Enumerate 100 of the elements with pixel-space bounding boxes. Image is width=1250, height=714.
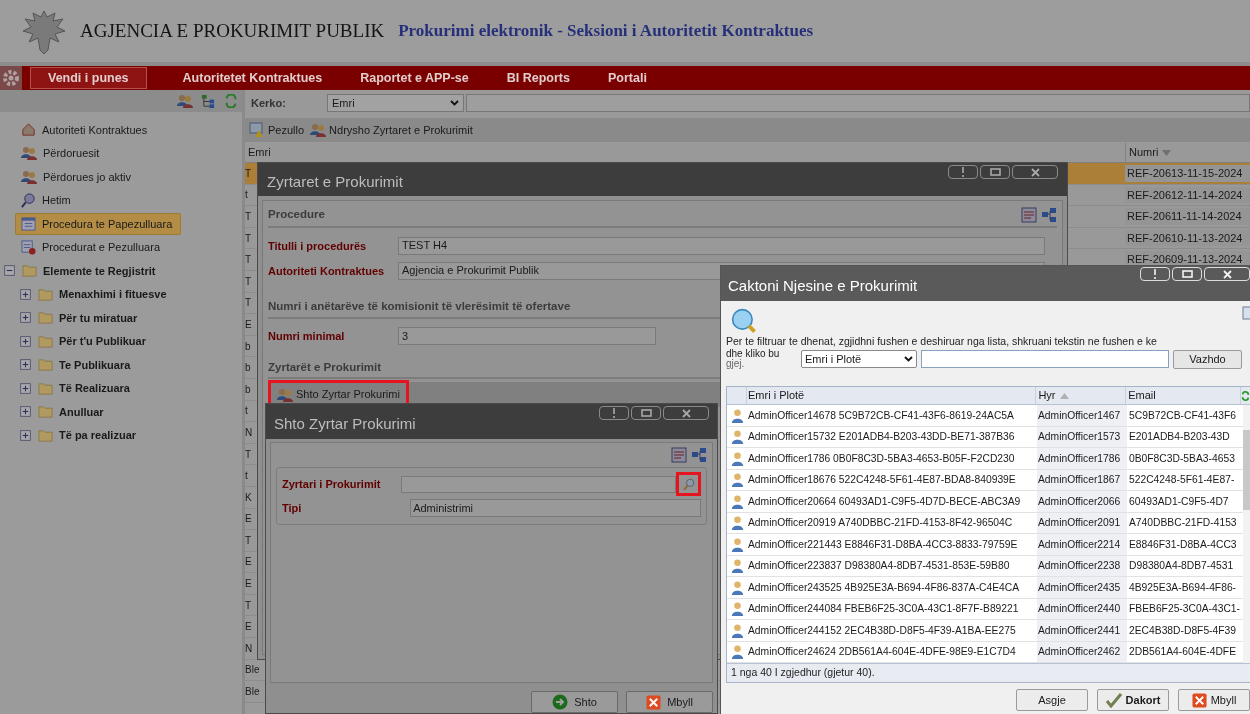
- dialog-button[interactable]: Shto: [531, 691, 618, 713]
- table-cell-text: AdminOfficer244152 2EC4B38D-D8F5-4F39-A1BA-EE275: [747, 623, 1017, 638]
- grid-row[interactable]: AdminOfficer14678 5C9B72CB-CF41-43F6-8619-24AC5A AdminOfficer1467 5C9B72CB-CF41-43F6: [727, 405, 1243, 427]
- maximize-button[interactable]: [631, 406, 661, 420]
- table-cell-text: T: [245, 253, 252, 268]
- checkmark-icon: [1105, 692, 1122, 708]
- close-icon: [646, 694, 662, 710]
- search-input[interactable]: [466, 94, 1250, 112]
- nav-tab[interactable]: Raportet e APP-se: [358, 67, 471, 89]
- text-field[interactable]: TEST H4: [398, 236, 1045, 255]
- table-cell: AdminOfficer2440: [1037, 598, 1127, 619]
- sidebar-item[interactable]: Hetim: [15, 189, 80, 212]
- nav-tab[interactable]: Portali: [605, 67, 649, 89]
- column-header[interactable]: Numri: [1125, 143, 1250, 162]
- tree-item[interactable]: Menaxhimi i fituesve: [37, 286, 167, 303]
- table-cell-text: 2DB561A4-604E-4DFE: [1128, 645, 1237, 660]
- tree-item[interactable]: Për tu miratuar: [37, 309, 138, 326]
- grid-row[interactable]: AdminOfficer15732 E201ADB4-B203-43DD-BE71-387B36 AdminOfficer1573 E201ADB4-B203-43D: [727, 426, 1243, 448]
- dialog-title-bar: Shto Zyrtar Prokurimi: [266, 404, 717, 439]
- number-field[interactable]: 3: [398, 327, 656, 345]
- table-cell-text: AdminOfficer24624 2DB561A4-604E-4DFE-98E9-E1C7D4: [747, 645, 1017, 660]
- tree-item[interactable]: Elemente te Regjistrit: [21, 262, 156, 279]
- close-icon: [1222, 269, 1232, 279]
- help-button[interactable]: [599, 406, 629, 420]
- tree-item[interactable]: Të pa realizuar: [37, 427, 137, 444]
- grid-row[interactable]: AdminOfficer20664 60493AD1-C9F5-4D7D-BECE-ABC3A9 AdminOfficer2066 60493AD1-C9F5-4D7: [727, 491, 1243, 513]
- grid-row[interactable]: AdminOfficer221443 E8846F31-D8BA-4CC3-8833-79759E AdminOfficer2214 E8846F31-D8BA-4CC3: [727, 534, 1243, 556]
- grid-row[interactable]: AdminOfficer244084 FBEB6F25-3C0A-43C1-8F7F-B89221 AdminOfficer2440 FBEB6F25-3C0A-43C1-: [727, 598, 1243, 620]
- table-cell-text: 60493AD1-C9F5-4D7: [1128, 494, 1230, 509]
- folder-icon: [21, 263, 38, 279]
- grid-row[interactable]: AdminOfficer244152 2EC4B38D-D8F5-4F39-A1BA-EE275 AdminOfficer2441 2EC4B38D-D8F5-4F39: [727, 620, 1243, 642]
- filter-hint-text: Per te filtruar te dhenat, zgjidhni fushen e deshiruar nga lista, shkruani tekstin ne fushen e ke: [726, 334, 1158, 348]
- scrollbar[interactable]: [1243, 405, 1250, 663]
- person-icon: [729, 536, 745, 552]
- tree-item[interactable]: Për t'u Publikuar: [37, 333, 146, 350]
- field-label: Titulli i procedurës: [268, 239, 368, 252]
- toolbar-button[interactable]: Ndrysho Zyrtaret e Prokurimit: [310, 121, 473, 139]
- table-cell-text: t: [245, 469, 248, 484]
- sidebar-item[interactable]: Autoriteti Kontraktues: [15, 118, 157, 141]
- person-icon: [729, 558, 745, 574]
- close-button[interactable]: [1012, 165, 1058, 179]
- tree-item[interactable]: Te Publikuara: [37, 356, 131, 373]
- column-header[interactable]: Email: [1126, 387, 1241, 404]
- table-cell: AdminOfficer2238: [1037, 555, 1127, 576]
- nav-tab[interactable]: Vendi i punes: [30, 67, 147, 89]
- tree-icon: [201, 93, 216, 109]
- table-cell-text: AdminOfficer20919 A740DBBC-21FD-4153-8F42-96504C: [747, 516, 1014, 531]
- sidebar-item[interactable]: Përdorues jo aktiv: [15, 165, 141, 188]
- person-icon: [729, 450, 745, 466]
- nav-tab[interactable]: Autoritetet Kontraktues: [180, 67, 325, 89]
- table-cell-text: T: [245, 166, 252, 181]
- table-cell: REF-20610-11-13-2024: [1125, 229, 1250, 247]
- field-select[interactable]: Emri i Plotë: [801, 350, 917, 368]
- toolbar-button[interactable]: Pezullo: [249, 121, 305, 139]
- dialog-button[interactable]: Dakort: [1097, 689, 1169, 711]
- agency-title: AGJENCIA E PROKURIMIT PUBLIK: [80, 18, 385, 43]
- refresh-icon: [1241, 389, 1250, 402]
- table-cell: AdminOfficer1573: [1037, 426, 1127, 447]
- search-button[interactable]: Vazhdo: [1173, 349, 1242, 369]
- table-cell-text: Ble: [245, 663, 260, 678]
- grid-icon: [1242, 306, 1250, 320]
- dialog-button[interactable]: Mbyll: [626, 691, 713, 713]
- sidebar-item[interactable]: Procedurat e Pezulluara: [15, 236, 169, 259]
- nav-tab[interactable]: BI Reports: [504, 67, 572, 89]
- grid-row[interactable]: AdminOfficer223837 D98380A4-8DB7-4531-853E-59B80 AdminOfficer2238 D98380A4-8DB7-4531: [727, 555, 1243, 577]
- lookup-field[interactable]: [401, 475, 676, 493]
- column-header[interactable]: Emri i Plotë: [746, 387, 1037, 404]
- folder-icon: [37, 427, 54, 443]
- grid-row[interactable]: AdminOfficer18676 522C4248-5F61-4E87-BDA8-840939E AdminOfficer1867 522C4248-5F61-4E87-: [727, 469, 1243, 491]
- help-button[interactable]: [948, 165, 978, 179]
- field-label: Numri minimal: [268, 328, 346, 344]
- dialog-button[interactable]: Asgje: [1016, 689, 1088, 711]
- settings-icon[interactable]: [0, 66, 22, 90]
- grid-row[interactable]: AdminOfficer1786 0B0F8C3D-5BA3-4653-B05F-F2CD230 AdminOfficer1786 0B0F8C3D-5BA3-4653: [727, 448, 1243, 470]
- close-icon: [1030, 167, 1040, 177]
- grid-status-bar: 1 nga 40 I zgjedhur (gjetur 40).: [727, 663, 1250, 682]
- magnifier-icon: [731, 308, 757, 334]
- grid-row[interactable]: AdminOfficer20919 A740DBBC-21FD-4153-8F42-96504C AdminOfficer2091 A740DBBC-21FD-4153: [727, 512, 1243, 534]
- sidebar-item[interactable]: Përdoruesit: [15, 142, 109, 165]
- search-field-select[interactable]: Emri: [327, 94, 464, 112]
- column-header[interactable]: Hyr: [1036, 387, 1127, 404]
- folder-icon: [37, 310, 54, 326]
- table-cell: AdminOfficer1867: [1037, 469, 1127, 490]
- column-header[interactable]: Emri: [245, 143, 1125, 162]
- filter-input[interactable]: [921, 350, 1169, 368]
- sidebar-item[interactable]: Procedura te Papezulluara: [15, 212, 182, 235]
- close-button[interactable]: [663, 406, 709, 420]
- tree-item[interactable]: Anulluar: [37, 403, 104, 420]
- table-cell-text: Ble: [245, 685, 260, 700]
- users-icon: [177, 93, 193, 109]
- grid-row[interactable]: AdminOfficer243525 4B925E3A-B694-4F86-837A-C4E4CA AdminOfficer2435 4B925E3A-B694-4F86-: [727, 577, 1243, 599]
- dialog-title-bar: Zyrtaret e Prokurimit: [258, 163, 1067, 196]
- text-field[interactable]: Administrimi: [410, 499, 701, 517]
- maximize-button[interactable]: [980, 165, 1010, 179]
- scrollbar-thumb[interactable]: [1243, 430, 1250, 510]
- person-icon: [729, 579, 745, 595]
- tree-item[interactable]: Të Realizuara: [37, 380, 130, 397]
- close-icon: [1191, 692, 1207, 708]
- dialog-button[interactable]: Mbyll: [1178, 689, 1250, 711]
- field-label: Tipi: [282, 500, 303, 516]
